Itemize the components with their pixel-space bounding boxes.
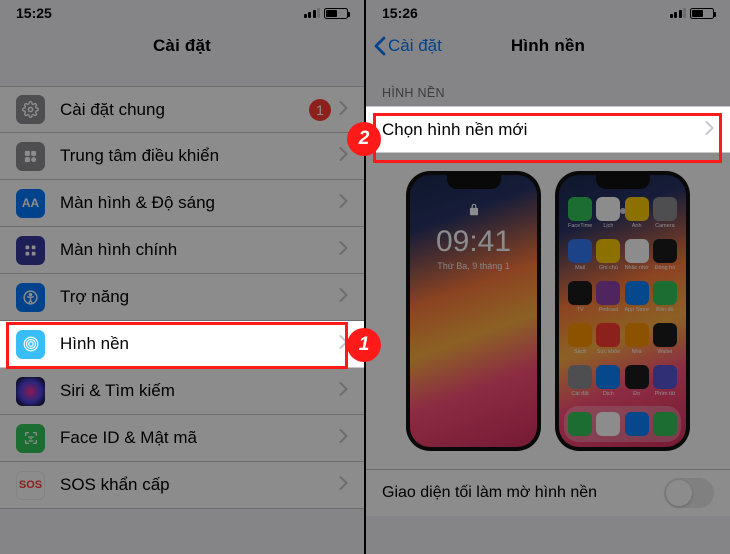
wallpaper-preview-row: 09:41 Thứ Ba, 9 tháng 1 FaceTimeLịchẢnhC… [366,153,730,469]
cell-label: Hình nền [60,334,339,354]
item-wallpaper[interactable]: Hình nền [0,321,364,368]
section-header: HÌNH NỀN [366,68,730,106]
item-face-id[interactable]: Face ID & Mật mã [0,415,364,462]
dark-dim-toggle-row: Giao diện tối làm mờ hình nền [366,469,730,516]
navbar: Cài đặt Hình nền [366,24,730,68]
lock-screen-preview[interactable]: 09:41 Thứ Ba, 9 tháng 1 [406,171,541,451]
face-id-icon [16,424,45,453]
settings-pane-left: 15:25 Cài đặt Cài đặt chung 1 Trung tâm … [0,0,364,554]
chevron-right-icon [339,381,348,401]
signal-icon [670,8,687,18]
page-title: Hình nền [511,36,585,56]
toggle-label: Giao diện tối làm mờ hình nền [382,484,664,502]
wallpaper-pane-right: 15:26 Cài đặt Hình nền HÌNH NỀN Chọn hìn… [366,0,730,554]
app-icon: Lịch [595,197,621,235]
app-icon: Sức khỏe [595,323,621,361]
dock-app-icon [568,412,592,436]
notification-badge: 1 [309,99,331,121]
app-icon: Nhắc nhở [624,239,650,277]
app-icon: Cài đặt [567,365,593,403]
lock-time: 09:41 [410,225,537,259]
dark-dim-toggle[interactable] [664,478,714,508]
cell-label: Face ID & Mật mã [60,428,339,448]
app-icon: Ảnh [624,197,650,235]
display-icon: AA [16,189,45,218]
app-icon: Đo [624,365,650,403]
status-time: 15:25 [16,5,52,21]
battery-icon [324,8,348,19]
cell-label: SOS khẩn cấp [60,475,339,495]
cell-label: Trợ năng [60,287,339,307]
app-icon: Dịch [595,365,621,403]
lock-date: Thứ Ba, 9 tháng 1 [410,261,537,271]
callout-1: 1 [347,328,381,362]
page-title: Cài đặt [153,36,211,56]
callout-2: 2 [347,122,381,156]
dock-app-icon [596,412,620,436]
app-icon: FaceTime [567,197,593,235]
battery-icon [690,8,714,19]
cell-label: Trung tâm điều khiển [60,146,339,166]
siri-icon [16,377,45,406]
item-siri[interactable]: Siri & Tìm kiếm [0,368,364,415]
control-center-icon [16,142,45,171]
app-icon: Camera [652,197,678,235]
navbar: Cài đặt [0,24,364,68]
dock [564,406,681,442]
chevron-right-icon [339,287,348,307]
cell-label: Chọn hình nền mới [382,120,705,140]
back-label: Cài đặt [388,36,442,56]
app-icon: Podcast [595,281,621,319]
signal-icon [304,8,321,18]
app-icon: Đồng hồ [652,239,678,277]
chevron-right-icon [705,120,714,140]
home-screen-icon [16,236,45,265]
item-display[interactable]: AA Màn hình & Độ sáng [0,180,364,227]
app-icon: Mail [567,239,593,277]
app-icon: Phím tắt [652,365,678,403]
app-icon: Bản đồ [652,281,678,319]
dock-app-icon [625,412,649,436]
chevron-right-icon [339,240,348,260]
status-bar: 15:25 [0,0,364,24]
chevron-right-icon [339,475,348,495]
back-button[interactable]: Cài đặt [374,36,442,56]
app-icon: Ghi chú [595,239,621,277]
app-icon: Sách [567,323,593,361]
dock-app-icon [653,412,677,436]
chevron-right-icon [339,100,348,120]
home-screen-preview[interactable]: FaceTimeLịchẢnhCamera MailGhi chúNhắc nhở… [555,171,690,451]
item-accessibility[interactable]: Trợ năng [0,274,364,321]
accessibility-icon [16,283,45,312]
app-icon: TV [567,281,593,319]
gear-icon [16,95,45,124]
item-sos[interactable]: SOS SOS khẩn cấp [0,462,364,509]
status-bar: 15:26 [366,0,730,24]
app-icon: App Store [624,281,650,319]
sos-icon: SOS [16,471,45,500]
chevron-right-icon [339,193,348,213]
item-choose-wallpaper[interactable]: Chọn hình nền mới [366,106,730,153]
chevron-right-icon [339,146,348,166]
cell-label: Màn hình & Độ sáng [60,193,339,213]
item-general[interactable]: Cài đặt chung 1 [0,86,364,133]
cell-label: Màn hình chính [60,240,339,260]
app-icon: Nhà [624,323,650,361]
item-home-screen[interactable]: Màn hình chính [0,227,364,274]
app-icon: Wallet [652,323,678,361]
cell-label: Siri & Tìm kiếm [60,381,339,401]
lock-icon [469,203,479,221]
chevron-right-icon [339,428,348,448]
wallpaper-icon [16,330,45,359]
cell-label: Cài đặt chung [60,100,309,120]
item-control-center[interactable]: Trung tâm điều khiển [0,133,364,180]
status-time: 15:26 [382,5,418,21]
